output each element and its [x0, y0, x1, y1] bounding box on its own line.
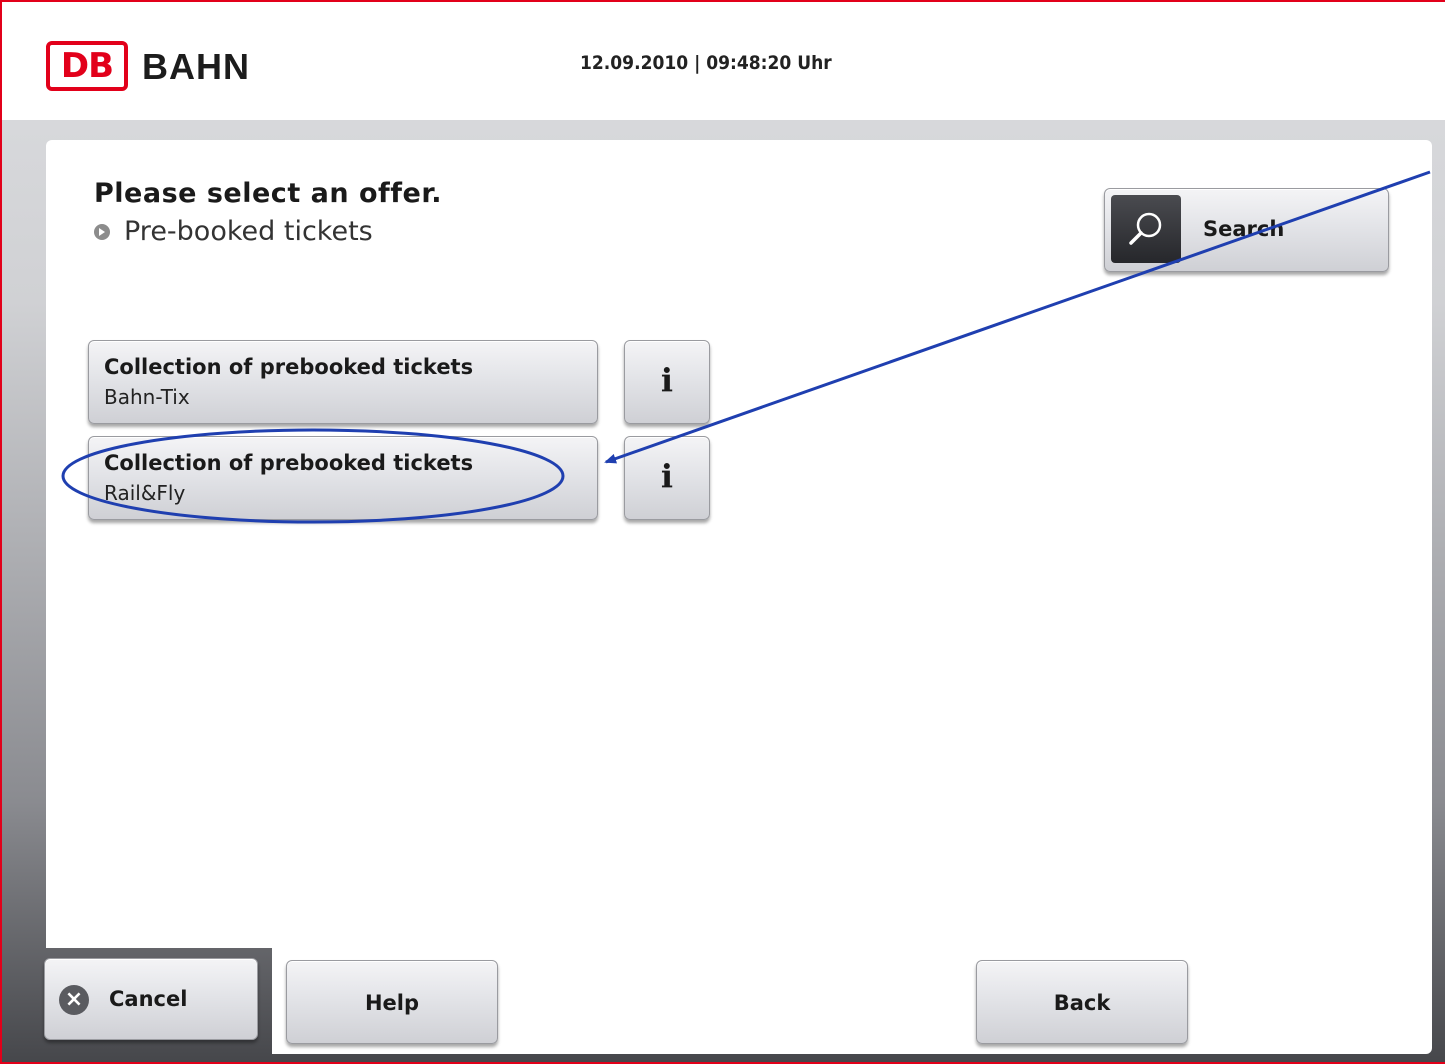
datetime: 12.09.2010 | 09:48:20 Uhr: [580, 52, 832, 74]
offer-title: Collection of prebooked tickets: [104, 451, 474, 475]
db-logo: DB: [46, 41, 128, 91]
search-button[interactable]: Search: [1104, 188, 1389, 272]
page-title: Please select an offer.: [94, 178, 443, 209]
info-icon: i: [660, 361, 674, 399]
close-icon: ×: [59, 985, 89, 1015]
breadcrumb: Pre-booked tickets: [94, 216, 373, 247]
help-label: Help: [364, 991, 420, 1015]
brand-name: BAHN: [142, 46, 250, 87]
info-icon: i: [660, 457, 674, 495]
search-label: Search: [1203, 217, 1285, 241]
info-button-bahn-tix[interactable]: i: [624, 340, 710, 424]
offer-title: Collection of prebooked tickets: [104, 355, 474, 379]
search-icon: [1111, 195, 1181, 263]
info-button-rail-fly[interactable]: i: [624, 436, 710, 520]
back-label: Back: [1053, 991, 1111, 1015]
offer-subtitle: Rail&Fly: [104, 481, 186, 505]
offer-subtitle: Bahn-Tix: [104, 385, 190, 409]
cancel-button[interactable]: × Cancel: [44, 958, 258, 1040]
breadcrumb-label: Pre-booked tickets: [124, 216, 373, 247]
back-button[interactable]: Back: [976, 960, 1188, 1044]
help-button[interactable]: Help: [286, 960, 498, 1044]
cancel-label: Cancel: [109, 987, 188, 1011]
chevron-right-icon: [94, 223, 110, 240]
offer-bahn-tix-button[interactable]: Collection of prebooked tickets Bahn-Tix: [88, 340, 598, 424]
offer-rail-fly-button[interactable]: Collection of prebooked tickets Rail&Fly: [88, 436, 598, 520]
panel-join: [46, 946, 272, 948]
header: DB BAHN 12.09.2010 | 09:48:20 Uhr: [2, 2, 1445, 120]
